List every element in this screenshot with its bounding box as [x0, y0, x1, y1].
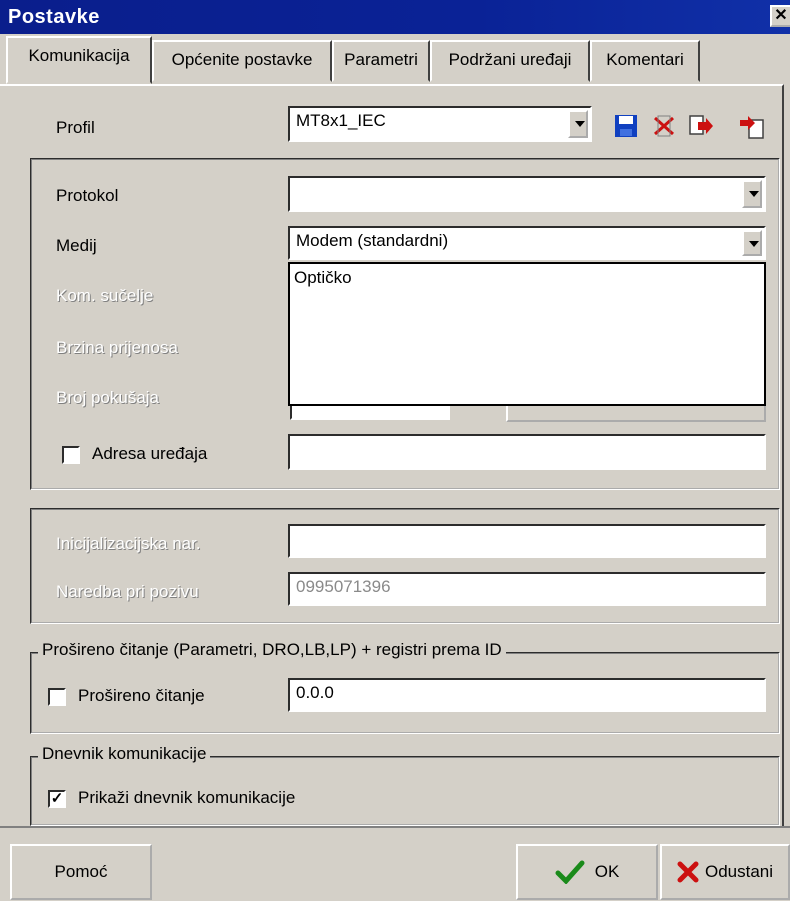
close-icon: [677, 861, 699, 883]
save-icon[interactable]: [612, 112, 640, 140]
import-icon[interactable]: [738, 112, 766, 140]
medium-value: Modem (standardni): [296, 231, 449, 250]
medium-option-opticko[interactable]: Optičko: [294, 268, 760, 288]
show-log-checkbox[interactable]: ✓: [48, 790, 66, 808]
chevron-down-icon[interactable]: [742, 180, 762, 208]
title-bar: Postavke ✕: [0, 0, 790, 34]
cancel-button-label: Odustani: [704, 862, 774, 881]
show-log-label: Prikaži dnevnik komunikacije: [78, 788, 296, 807]
tab-label: Općenite postavke: [171, 50, 313, 69]
extended-reading-label: Prošireno čitanje: [78, 686, 205, 705]
chevron-down-icon[interactable]: [568, 110, 588, 138]
tab-strip: Komunikacija Općenite postavke Parametri…: [0, 36, 790, 86]
window-title: Postavke: [8, 6, 100, 28]
profile-value: MT8x1_IEC: [296, 111, 386, 130]
profile-label: Profil: [56, 118, 95, 137]
delete-icon[interactable]: [650, 112, 678, 140]
separator: [0, 826, 790, 828]
tab-parametri[interactable]: Parametri: [332, 40, 430, 82]
medium-select[interactable]: Modem (standardni): [288, 226, 766, 260]
extended-reading-checkbox[interactable]: [48, 688, 66, 706]
tab-label: Parametri: [344, 50, 418, 69]
device-address-checkbox[interactable]: [62, 446, 80, 464]
profile-select[interactable]: MT8x1_IEC: [288, 106, 592, 142]
device-address-label: Adresa uređaja: [92, 444, 208, 463]
retries-label: Broj pokušaja: [56, 388, 160, 407]
checkmark-icon: [555, 860, 585, 884]
tab-label: Podržani uređaji: [448, 50, 572, 69]
dial-value: 0995071396: [296, 577, 391, 596]
init-label: Inicijalizacijska nar.: [56, 534, 201, 553]
dial-field[interactable]: 0995071396: [288, 572, 766, 606]
protocol-label: Protokol: [56, 186, 119, 205]
dial-label: Naredba pri pozivu: [56, 582, 199, 601]
ok-button[interactable]: OK: [516, 844, 658, 900]
extended-reading-value: 0.0.0: [296, 683, 334, 702]
extended-group-label: Prošireno čitanje (Parametri, DRO,LB,LP)…: [38, 640, 506, 660]
tab-komentari[interactable]: Komentari: [590, 40, 700, 82]
tab-label: Komunikacija: [28, 46, 130, 65]
device-address-field[interactable]: [288, 434, 766, 470]
chevron-down-icon[interactable]: [742, 230, 762, 256]
tab-komunikacija[interactable]: Komunikacija: [6, 36, 152, 84]
ok-button-label: OK: [594, 862, 620, 881]
extended-reading-field[interactable]: 0.0.0: [288, 678, 766, 712]
medium-dropdown-list[interactable]: Optičko: [288, 262, 766, 406]
tab-label: Komentari: [606, 50, 684, 69]
tab-podrzani-uredaji[interactable]: Podržani uređaji: [430, 40, 590, 82]
baud-label: Brzina prijenosa: [56, 338, 178, 357]
cancel-button[interactable]: Odustani: [660, 844, 790, 900]
protocol-select[interactable]: [288, 176, 766, 212]
medium-label: Medij: [56, 236, 97, 255]
help-button-label: Pomoć: [54, 862, 108, 881]
init-field[interactable]: [288, 524, 766, 558]
log-group-label: Dnevnik komunikacije: [38, 744, 211, 764]
tab-opcenite-postavke[interactable]: Općenite postavke: [152, 40, 332, 82]
port-label: Kom. sučelje: [56, 286, 154, 305]
close-icon[interactable]: ✕: [770, 5, 790, 27]
export-icon[interactable]: [686, 112, 714, 140]
help-button[interactable]: Pomoć: [10, 844, 152, 900]
